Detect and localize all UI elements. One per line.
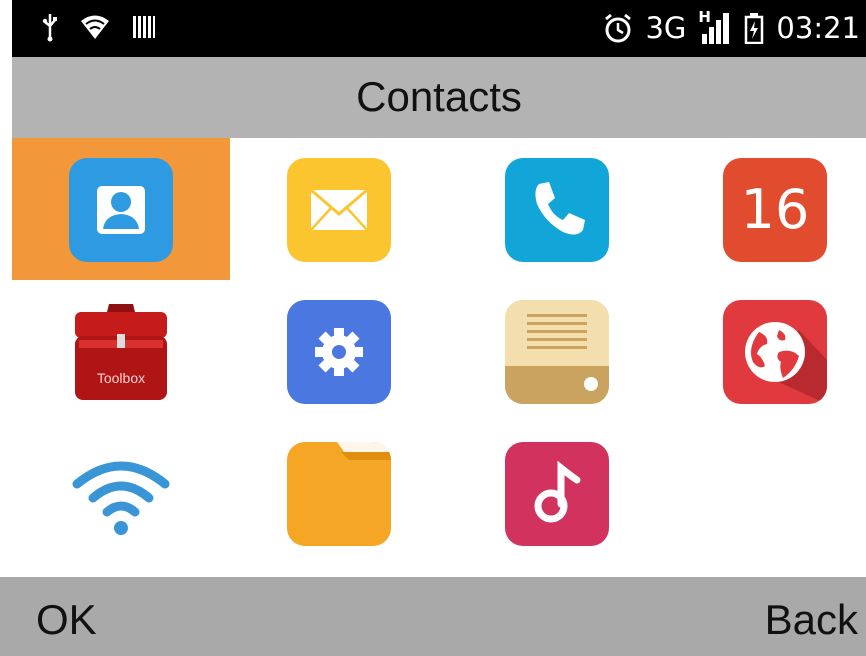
toolbox-label: Toolbox [96, 370, 146, 386]
envelope-icon [287, 158, 391, 262]
softkey-bar: OK Back [0, 577, 866, 656]
app-music[interactable] [448, 422, 666, 564]
calendar-icon: 16 [723, 158, 827, 262]
battery-icon [745, 13, 764, 44]
app-files[interactable] [230, 422, 448, 564]
signal-indicator: H [698, 8, 732, 46]
contact-icon [69, 158, 173, 262]
usb-icon [42, 14, 57, 42]
signal-icon [702, 13, 730, 44]
wifi-icon [69, 442, 173, 546]
barcode-icon [133, 16, 155, 38]
alarm-icon [605, 13, 632, 43]
toolbox-icon: Toolbox [69, 300, 173, 404]
app-settings[interactable] [230, 280, 448, 422]
calendar-day-label: 16 [740, 178, 810, 241]
app-toolbox[interactable]: Toolbox [12, 280, 230, 422]
app-calendar[interactable]: 16 [666, 138, 866, 280]
status-time: 03:21 [776, 11, 860, 45]
folder-icon [287, 442, 391, 546]
app-phone[interactable] [448, 138, 666, 280]
app-contacts[interactable] [12, 138, 230, 280]
status-bar: 3G H 03:21 [12, 0, 866, 57]
radio-icon [505, 300, 609, 404]
app-radio[interactable] [448, 280, 666, 422]
gear-icon [287, 300, 391, 404]
app-wifi[interactable] [12, 422, 230, 564]
page-title: Contacts [356, 73, 522, 120]
music-note-icon [505, 442, 609, 546]
header: Contacts [12, 57, 866, 138]
network-type: 3G [645, 11, 687, 45]
ok-softkey[interactable]: OK [36, 596, 97, 644]
app-grid: 16 Toolbox [12, 138, 866, 575]
wifi-icon [81, 15, 109, 39]
globe-icon [723, 300, 827, 404]
back-softkey[interactable]: Back [765, 596, 858, 644]
phone-icon [505, 158, 609, 262]
app-messages[interactable] [230, 138, 448, 280]
app-browser[interactable] [666, 280, 866, 422]
